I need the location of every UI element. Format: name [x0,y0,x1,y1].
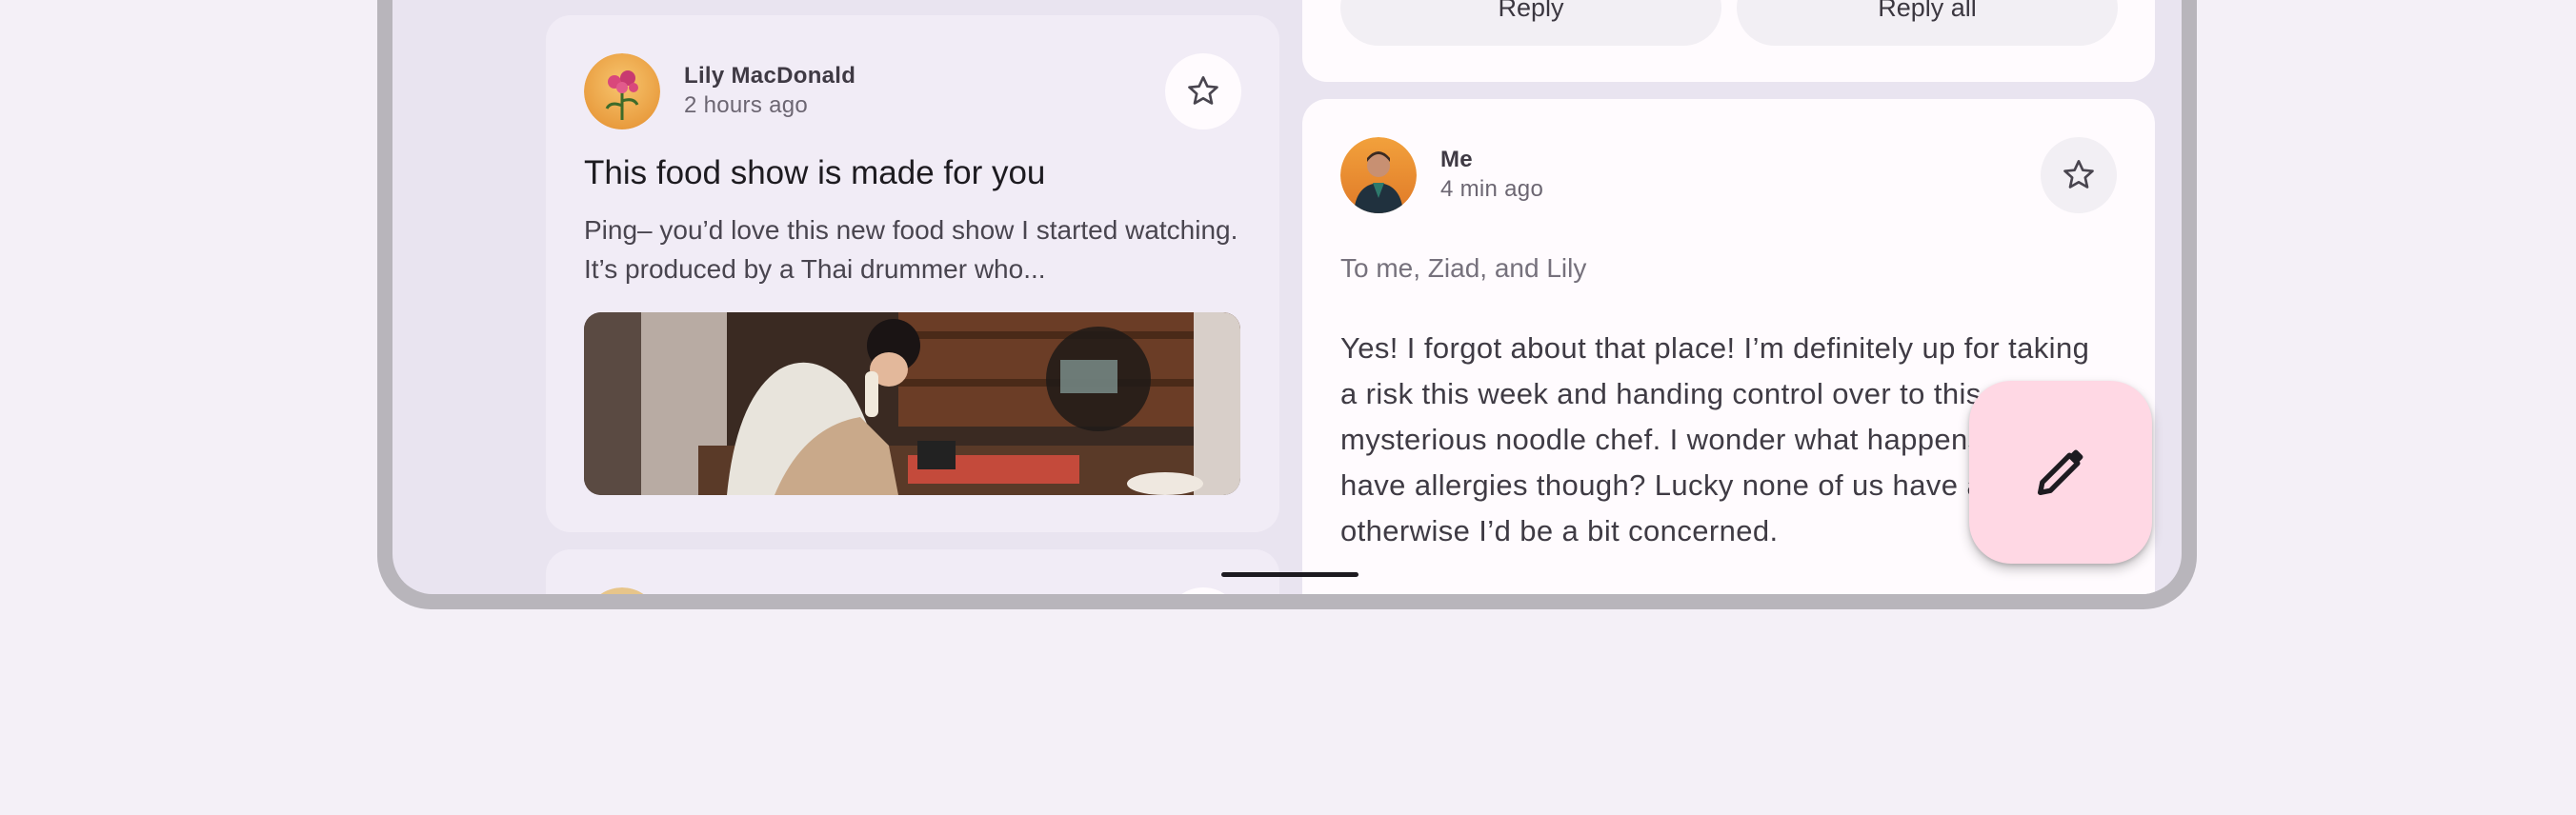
star-button[interactable] [2041,137,2117,213]
email-preview: Ping– you’d love this new food show I st… [584,215,1238,284]
email-time: 2 hours ago [684,92,809,118]
message-recipients: To me, Ziad, and Lily [1340,253,1587,283]
sender-name: Me [1440,147,1473,172]
tablet-screen: Lily MacDonald 2 hours ago This food sho… [392,0,2182,594]
reply-actions-card: Reply Reply all [1302,0,2155,82]
reply-all-button[interactable]: Reply all [1737,0,2118,46]
sender-avatar [1340,137,1417,213]
email-subject: This food show is made for you [584,154,1046,191]
sender-name: Lily MacDonald [684,63,856,89]
star-button[interactable] [1165,587,1241,594]
message-time: 4 min ago [1440,176,1544,202]
email-photo [584,312,1240,495]
gesture-handle[interactable] [1221,572,1358,577]
star-outline-icon [2063,160,2094,189]
compose-fab[interactable] [1969,381,2152,564]
email-list-item[interactable]: Lily MacDonald 2 hours ago This food sho… [546,15,1279,532]
pencil-icon [2038,449,2083,495]
star-button[interactable] [1165,53,1241,129]
reply-button[interactable]: Reply [1340,0,1721,46]
star-outline-icon [1188,76,1218,105]
sender-avatar [584,53,660,129]
email-list-item[interactable] [546,549,1279,594]
tablet-frame: Lily MacDonald 2 hours ago This food sho… [377,0,2197,609]
sender-avatar [584,587,660,594]
